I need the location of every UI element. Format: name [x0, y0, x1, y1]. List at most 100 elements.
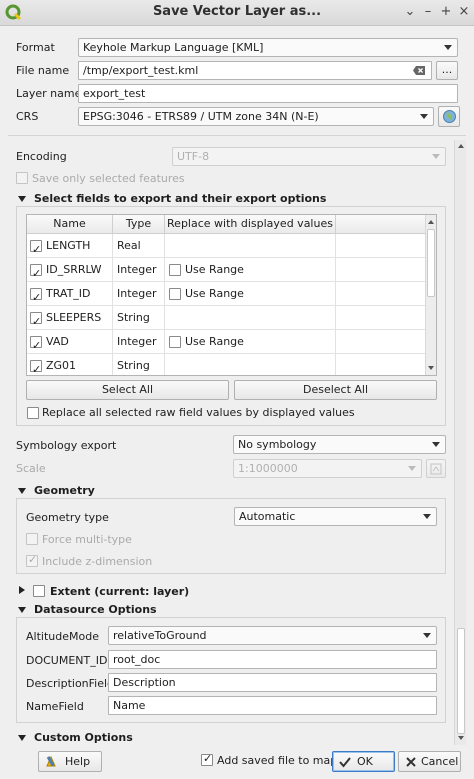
type-cell: Real — [113, 234, 165, 258]
document-id-value: root_doc — [113, 653, 161, 666]
collapse-arrow-icon[interactable] — [18, 196, 26, 202]
use-range-checkbox[interactable] — [169, 288, 181, 300]
globe-icon — [443, 110, 456, 123]
field-name: VAD — [46, 335, 69, 348]
table-row[interactable]: SLEEPERS String — [27, 306, 425, 334]
scroll-thumb[interactable] — [457, 628, 465, 734]
chevron-down-icon — [420, 114, 428, 119]
layername-input[interactable]: export_test — [78, 84, 458, 103]
use-range-checkbox[interactable] — [169, 336, 181, 348]
field-checkbox[interactable] — [30, 358, 42, 375]
replace-cell[interactable] — [165, 354, 336, 375]
geometry-type-combo[interactable]: Automatic — [234, 507, 437, 526]
use-range-checkbox[interactable] — [169, 264, 181, 276]
type-cell: String — [113, 306, 165, 330]
table-row[interactable]: TRAT_ID Integer Use Range — [27, 282, 425, 310]
scroll-thumb[interactable] — [427, 229, 435, 297]
column-header-type[interactable]: Type — [113, 215, 165, 234]
name-field-input[interactable]: Name — [108, 696, 437, 715]
shade-window-button[interactable]: ⌄ — [401, 2, 419, 22]
chevron-down-icon — [444, 45, 452, 50]
name-cell[interactable]: TRAT_ID — [27, 282, 113, 310]
minimize-button[interactable]: – — [419, 2, 437, 22]
replace-cell[interactable]: Use Range — [165, 258, 336, 282]
extent-checkbox[interactable] — [33, 585, 45, 597]
field-checkbox[interactable] — [30, 310, 42, 334]
extent-section-title[interactable]: Extent (current: layer) — [50, 585, 189, 598]
cancel-button[interactable]: Cancel — [398, 751, 461, 772]
encoding-value: UTF-8 — [177, 150, 210, 163]
field-checkbox[interactable] — [30, 262, 42, 286]
chevron-down-icon — [408, 466, 416, 471]
filename-input[interactable]: /tmp/export_test.kml — [78, 61, 432, 80]
help-icon — [46, 755, 56, 767]
ok-button[interactable]: OK — [332, 751, 395, 772]
field-name: LENGTH — [46, 239, 91, 252]
name-cell[interactable]: ZG01 — [27, 354, 113, 375]
description-field-label: DescriptionField — [26, 677, 115, 690]
scroll-down-icon[interactable] — [458, 736, 464, 740]
geometry-section-title[interactable]: Geometry — [34, 484, 95, 497]
encoding-label: Encoding — [16, 150, 67, 163]
symbology-combo[interactable]: No symbology — [233, 435, 446, 454]
add-to-map-checkbox[interactable] — [201, 752, 213, 766]
fields-table: Name Type Replace with displayed values … — [26, 214, 437, 376]
column-header-name[interactable]: Name — [27, 215, 113, 234]
layername-label: Layer name — [16, 87, 82, 100]
replace-cell[interactable] — [165, 306, 336, 330]
checkmark-icon — [339, 757, 351, 768]
expand-arrow-icon[interactable] — [19, 586, 25, 594]
name-cell[interactable]: SLEEPERS — [27, 306, 113, 334]
map-scale-icon — [430, 463, 442, 475]
table-row[interactable]: ID_SRRLW Integer Use Range — [27, 258, 425, 286]
scroll-down-icon[interactable] — [428, 366, 434, 370]
deselect-all-button[interactable]: Deselect All — [234, 380, 437, 400]
format-combo[interactable]: Keyhole Markup Language [KML] — [78, 38, 458, 57]
description-field-input[interactable]: Description — [108, 673, 437, 692]
options-scrollbar[interactable] — [454, 140, 466, 745]
type-cell: String — [113, 354, 165, 375]
collapse-arrow-icon[interactable] — [18, 735, 26, 741]
replace-cell[interactable]: Use Range — [165, 282, 336, 306]
help-button[interactable]: Help — [38, 751, 102, 772]
symbology-label: Symbology export — [16, 439, 117, 452]
replace-cell[interactable]: Use Range — [165, 330, 336, 354]
format-label: Format — [16, 41, 55, 54]
table-row[interactable]: LENGTH Real — [27, 234, 425, 262]
field-checkbox[interactable] — [30, 238, 42, 262]
help-label: Help — [65, 755, 91, 768]
geometry-type-label: Geometry type — [26, 511, 109, 524]
field-checkbox[interactable] — [30, 334, 42, 358]
datasource-section-title[interactable]: Datasource Options — [34, 603, 157, 616]
altitude-combo[interactable]: relativeToGround — [108, 626, 437, 645]
document-id-input[interactable]: root_doc — [108, 650, 437, 669]
name-cell[interactable]: LENGTH — [27, 234, 113, 262]
close-button[interactable]: × — [455, 2, 473, 22]
maximize-button[interactable]: + — [437, 2, 455, 22]
collapse-arrow-icon[interactable] — [18, 488, 26, 494]
crs-combo[interactable]: EPSG:3046 - ETRS89 / UTM zone 34N (N-E) — [78, 107, 434, 126]
name-cell[interactable]: ID_SRRLW — [27, 258, 113, 286]
table-row[interactable]: VAD Integer Use Range — [27, 330, 425, 358]
field-checkbox[interactable] — [30, 286, 42, 310]
fields-section-title[interactable]: Select fields to export and their export… — [34, 192, 326, 205]
table-scrollbar[interactable] — [425, 215, 436, 375]
custom-section-title[interactable]: Custom Options — [34, 731, 133, 744]
name-field-value: Name — [113, 699, 146, 712]
force-multi-label: Force multi-type — [42, 533, 132, 546]
browse-button[interactable]: ... — [436, 61, 458, 80]
use-range-label: Use Range — [185, 287, 244, 300]
field-name: ID_SRRLW — [46, 263, 102, 276]
title-bar: Save Vector Layer as... ⌄ – + × — [0, 0, 474, 26]
select-all-button[interactable]: Select All — [26, 380, 229, 400]
scroll-up-icon[interactable] — [458, 144, 464, 148]
replace-all-checkbox[interactable] — [27, 407, 39, 419]
table-row[interactable]: ZG01 String — [27, 354, 425, 375]
scroll-up-icon[interactable] — [428, 220, 434, 224]
column-header-replace[interactable]: Replace with displayed values — [165, 215, 336, 234]
collapse-arrow-icon[interactable] — [18, 607, 26, 613]
name-cell[interactable]: VAD — [27, 330, 113, 358]
crs-selector-button[interactable] — [438, 106, 460, 127]
replace-cell[interactable] — [165, 234, 336, 258]
clear-text-icon[interactable] — [413, 66, 425, 75]
